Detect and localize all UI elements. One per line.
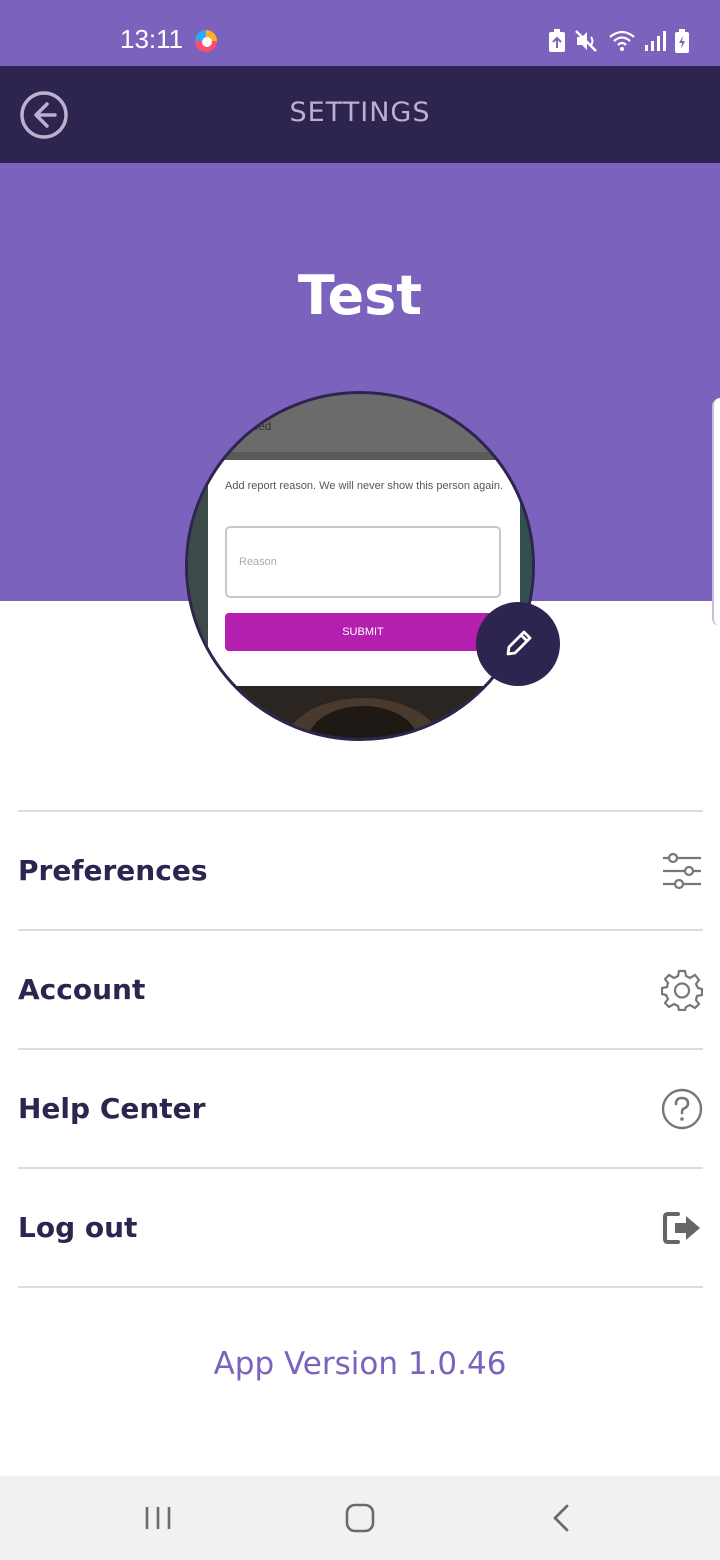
system-nav-bar	[0, 1476, 720, 1560]
wifi-icon	[608, 29, 636, 53]
menu-item-label: Account	[18, 973, 146, 1006]
avatar[interactable]: ssed Add report reason. We will never sh…	[185, 391, 535, 741]
menu-item-preferences[interactable]: Preferences	[18, 812, 703, 929]
battery-charging-icon	[674, 28, 690, 54]
pencil-icon	[506, 630, 532, 656]
photo-card-text: Add report reason. We will never show th…	[225, 480, 503, 492]
app-notification-icon	[194, 29, 218, 53]
photo-card-input: Reason	[225, 526, 501, 598]
photo-report-card: Add report reason. We will never show th…	[208, 460, 520, 686]
photo-person-shape	[284, 698, 442, 738]
menu-item-help-center[interactable]: Help Center	[18, 1050, 703, 1167]
signal-icon	[644, 30, 666, 52]
battery-saver-icon	[548, 29, 566, 53]
menu-item-label: Log out	[18, 1211, 138, 1244]
menu-item-label: Help Center	[18, 1092, 206, 1125]
photo-card-submit: SUBMIT	[225, 613, 501, 651]
recent-apps-icon	[145, 1507, 171, 1529]
photo-edge	[188, 452, 208, 692]
logout-icon	[661, 1207, 703, 1249]
profile-name: Test	[297, 264, 423, 327]
photo-top-text: ssed	[246, 419, 272, 433]
menu-item-account[interactable]: Account	[18, 931, 704, 1048]
page-title: SETTINGS	[289, 97, 431, 128]
menu-item-label: Preferences	[18, 854, 208, 887]
system-back-button[interactable]	[540, 1498, 584, 1538]
home-icon	[345, 1503, 375, 1533]
photo-bottom-area	[188, 686, 532, 738]
gear-icon	[660, 969, 704, 1012]
back-icon	[553, 1504, 569, 1532]
menu-item-log-out[interactable]: Log out	[18, 1169, 703, 1286]
edit-avatar-button[interactable]	[476, 602, 560, 686]
home-button[interactable]	[338, 1498, 382, 1538]
settings-menu: Preferences Account Help Center Log out	[18, 810, 704, 1288]
sliders-icon	[661, 850, 703, 892]
help-icon	[661, 1088, 703, 1130]
edge-panel-handle[interactable]	[712, 398, 720, 626]
recent-apps-button[interactable]	[136, 1498, 180, 1538]
app-version: App Version 1.0.46	[213, 1346, 507, 1382]
mute-icon	[574, 29, 600, 53]
photo-card-placeholder: Reason	[239, 556, 277, 568]
photo-top-area: ssed	[188, 394, 532, 452]
status-time: 13:11	[120, 24, 184, 54]
divider	[18, 1286, 703, 1288]
app-header: SETTINGS	[0, 66, 720, 163]
status-bar: 13:11	[0, 0, 720, 66]
